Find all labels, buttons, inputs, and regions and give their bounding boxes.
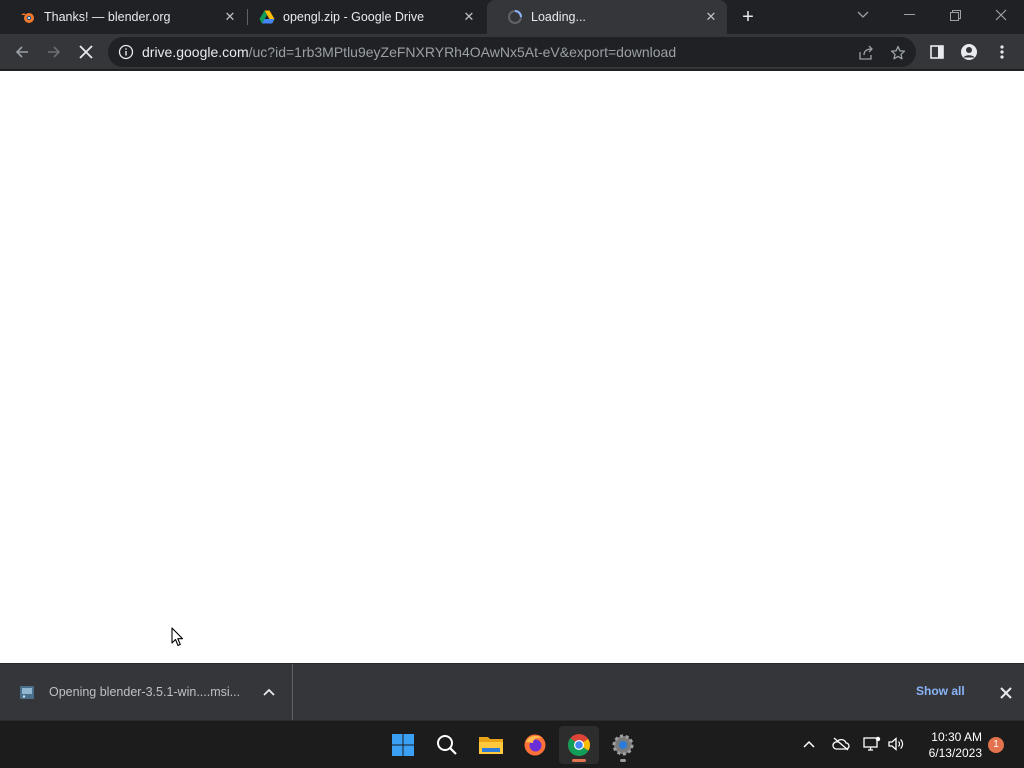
close-icon — [79, 45, 93, 59]
notification-badge[interactable]: 1 — [988, 737, 1004, 753]
arrow-right-icon — [48, 46, 61, 58]
profile-button[interactable] — [957, 40, 981, 64]
restore-icon — [949, 9, 961, 21]
minimize-button[interactable] — [886, 0, 932, 30]
info-icon[interactable] — [118, 44, 134, 60]
restore-button[interactable] — [932, 0, 978, 30]
loading-spinner-icon — [507, 9, 523, 25]
forward-button[interactable] — [42, 40, 66, 64]
folder-icon — [479, 737, 503, 754]
bookmark-star-icon[interactable] — [889, 44, 907, 62]
tab-search-button[interactable] — [840, 0, 886, 30]
file-explorer-button[interactable] — [471, 726, 511, 764]
download-shelf: Opening blender-3.5.1-win....msi... Show… — [0, 663, 1024, 721]
tab-blender-thanks[interactable]: Thanks! — blender.org ✕ — [0, 0, 246, 34]
close-tab-icon[interactable]: ✕ — [222, 9, 238, 25]
browser-toolbar: drive.google.com/uc?id=1rb3MPtlu9eyZeFNX… — [0, 34, 1024, 70]
network-icon[interactable] — [861, 733, 883, 755]
tab-title: Loading... — [531, 10, 586, 24]
tab-google-drive[interactable]: opengl.zip - Google Drive ✕ — [239, 0, 485, 34]
firefox-icon — [524, 734, 546, 756]
windows-taskbar: 10:30 AM 6/13/2023 1 — [0, 720, 1024, 768]
show-hidden-icons-button[interactable] — [798, 733, 820, 755]
chevron-up-icon[interactable] — [260, 684, 278, 702]
onedrive-offline-icon[interactable] — [830, 733, 852, 755]
gear-icon — [612, 734, 634, 756]
settings-button[interactable] — [603, 726, 643, 764]
close-tab-icon[interactable]: ✕ — [703, 9, 719, 25]
close-icon[interactable] — [996, 683, 1016, 703]
tab-strip: Thanks! — blender.org ✕ opengl.zip - Goo… — [0, 0, 1024, 34]
start-button[interactable] — [383, 726, 423, 764]
active-app-indicator — [572, 759, 586, 762]
side-panel-button[interactable] — [925, 40, 949, 64]
tab-loading[interactable]: Loading... ✕ — [487, 0, 727, 34]
url-path: /uc?id=1rb3MPtlu9eyZeFNXRYRh4OAwNx5At-eV… — [248, 44, 677, 60]
taskbar-search-button[interactable] — [427, 726, 467, 764]
clock-time: 10:30 AM — [931, 730, 982, 744]
download-item[interactable]: Opening blender-3.5.1-win....msi... — [0, 664, 293, 721]
url-host: drive.google.com — [142, 44, 249, 60]
more-vert-icon — [1000, 45, 1004, 59]
close-icon — [995, 9, 1007, 21]
url-text[interactable]: drive.google.com/uc?id=1rb3MPtlu9eyZeFNX… — [142, 44, 676, 60]
back-button[interactable] — [10, 40, 34, 64]
clock-date: 6/13/2023 — [928, 746, 982, 760]
windows-logo-icon — [392, 734, 414, 756]
chrome-button[interactable] — [559, 726, 599, 764]
running-app-indicator — [620, 759, 626, 762]
side-panel-icon — [930, 45, 944, 59]
mouse-pointer-icon — [171, 627, 184, 647]
chevron-up-icon — [803, 740, 815, 748]
installer-file-icon — [19, 684, 36, 701]
tab-title: Thanks! — blender.org — [44, 10, 171, 24]
share-icon[interactable] — [857, 44, 875, 62]
close-window-button[interactable] — [978, 0, 1024, 30]
new-tab-button[interactable]: + — [737, 6, 759, 28]
google-drive-icon — [259, 9, 275, 25]
address-bar[interactable]: drive.google.com/uc?id=1rb3MPtlu9eyZeFNX… — [108, 37, 916, 67]
download-status: Opening blender-3.5.1-win....msi... — [49, 685, 241, 699]
minimize-icon — [903, 14, 915, 15]
tab-title: opengl.zip - Google Drive — [283, 10, 425, 24]
stop-loading-button[interactable] — [74, 40, 98, 64]
chevron-down-icon — [857, 11, 869, 18]
profile-icon — [961, 44, 977, 60]
show-all-downloads-link[interactable]: Show all — [916, 684, 965, 698]
firefox-button[interactable] — [515, 726, 555, 764]
close-tab-icon[interactable]: ✕ — [461, 9, 477, 25]
chrome-icon — [568, 734, 590, 756]
menu-button[interactable] — [990, 40, 1014, 64]
search-icon — [437, 735, 457, 755]
page-content — [0, 71, 1024, 663]
blender-icon — [20, 9, 36, 25]
taskbar-clock[interactable]: 10:30 AM 6/13/2023 — [912, 729, 982, 761]
volume-icon[interactable] — [885, 733, 907, 755]
arrow-left-icon — [15, 46, 28, 58]
